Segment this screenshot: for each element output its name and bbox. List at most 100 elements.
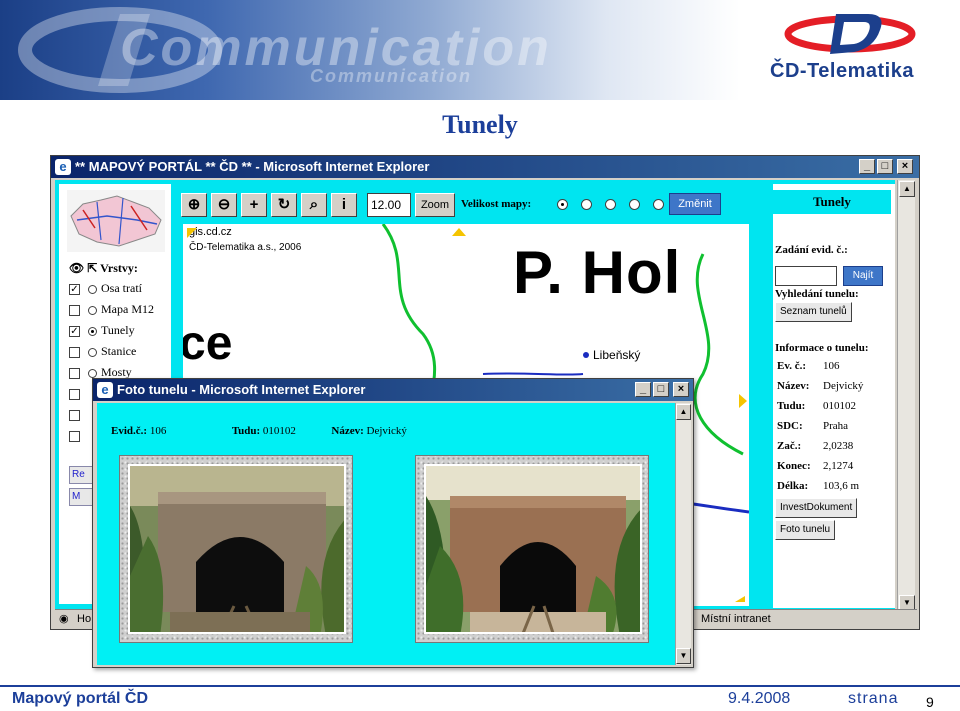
invest-document-button[interactable]: InvestDokument [775, 498, 858, 518]
map-size-radio[interactable] [629, 199, 640, 210]
slide-title: Tunely [442, 110, 518, 139]
tunnel-list-button[interactable]: Seznam tunelů [775, 302, 852, 322]
slide: Communication Communication ČD-Telematik… [0, 0, 960, 711]
pointer-icon: ⇱ [87, 261, 98, 275]
tunnel-info-panel: Tunely Zadání evid. č.: Najít Vyhledání … [773, 184, 895, 608]
layer-label: Osa tratí [101, 281, 142, 295]
company-logo: ČD-Telematika [770, 8, 930, 88]
name-key: Název: [331, 425, 364, 437]
layer-tunely[interactable]: ✓ Tunely [69, 322, 135, 340]
evid-input[interactable] [775, 266, 837, 286]
layer-checkbox[interactable] [69, 409, 80, 421]
scroll-down-icon[interactable]: ▼ [676, 648, 691, 664]
tunnel-photo-button[interactable]: Foto tunelu [775, 520, 836, 540]
field-key: Délka: [777, 480, 809, 492]
zoom-button[interactable]: Zoom [415, 193, 455, 217]
find-button[interactable]: Najít [843, 266, 883, 286]
panel-title: Tunely [773, 190, 891, 214]
scroll-up-icon[interactable]: ▲ [676, 404, 691, 420]
scroll-up-icon[interactable]: ▲ [899, 181, 915, 197]
header-banner: Communication Communication ČD-Telematik… [0, 0, 960, 100]
layer-mapa-m12[interactable]: Mapa M12 [69, 301, 154, 319]
layer-hidden-1[interactable] [69, 385, 88, 403]
tunnel-summary: Evid.č.: 106 Tudu: 010102 Název: Dejvick… [111, 425, 407, 437]
pan-icon[interactable]: + [241, 193, 267, 217]
layers-heading: 👁 ⇱ Vrstvy: [69, 261, 138, 276]
field-value: 103,6 m [823, 480, 860, 492]
field-value: 2,0238 [823, 440, 854, 452]
tunnel-photo-2[interactable] [424, 464, 642, 634]
field-key: Konec: [777, 460, 811, 472]
maximize-button[interactable]: □ [877, 159, 893, 174]
photo-window-titlebar[interactable]: e Foto tunelu - Microsoft Internet Explo… [93, 379, 693, 401]
field-value: 2,1274 [823, 460, 854, 472]
ie-status-icon: ◉ [59, 613, 69, 625]
layer-label: Stanice [101, 344, 137, 358]
zoom-input[interactable]: 12.00 [367, 193, 411, 217]
photo-frame [415, 455, 649, 643]
minimize-button[interactable]: _ [859, 159, 875, 174]
layer-checkbox[interactable] [69, 304, 80, 316]
footer-title: Mapový portál ČD [12, 690, 149, 707]
map-size-radio[interactable] [581, 199, 592, 210]
layer-label: Mapa M12 [101, 302, 154, 316]
close-button[interactable]: × [897, 159, 913, 174]
photo-scrollbar[interactable]: ▲ ▼ [675, 403, 691, 665]
layer-label: Mosty [101, 365, 132, 379]
zoom-out-icon[interactable]: ⊖ [211, 193, 237, 217]
field-key: Ev. č.: [777, 360, 807, 372]
photo-window: e Foto tunelu - Microsoft Internet Explo… [92, 378, 694, 668]
layer-checkbox[interactable]: ✓ [69, 325, 80, 337]
layer-checkbox[interactable] [69, 388, 80, 400]
layer-radio[interactable] [88, 284, 97, 294]
map-size-radio[interactable] [653, 199, 664, 210]
main-window-title: ** MAPOVÝ PORTÁL ** ČD ** - Microsoft In… [75, 159, 430, 174]
tunnel-portal-image [130, 466, 344, 632]
map-partial-label: ce [183, 317, 233, 370]
map-size-label: Velikost mapy: [461, 198, 532, 210]
main-window-titlebar[interactable]: e ** MAPOVÝ PORTÁL ** ČD ** - Microsoft … [51, 156, 919, 178]
layer-checkbox[interactable] [69, 367, 80, 379]
layer-radio[interactable] [88, 326, 97, 336]
field-value: 010102 [823, 400, 856, 412]
layer-checkbox[interactable] [69, 346, 80, 358]
cd-logo-icon [784, 14, 916, 54]
layer-hidden-3[interactable] [69, 427, 88, 445]
status-text: Ho [77, 613, 92, 625]
layer-checkbox[interactable] [69, 430, 80, 442]
ie-icon: e [55, 159, 71, 175]
maximize-button[interactable]: □ [653, 382, 669, 397]
info-icon[interactable]: i [331, 193, 357, 217]
change-size-button[interactable]: Změnit [669, 193, 721, 215]
map-size-radio[interactable] [557, 199, 568, 210]
layer-radio[interactable] [88, 305, 97, 315]
layer-stanice[interactable]: Stanice [69, 343, 136, 361]
main-scrollbar[interactable]: ▲ ▼ [897, 180, 915, 612]
close-button[interactable]: × [673, 382, 689, 397]
map-copyright: ČD-Telematika a.s., 2006 [189, 242, 302, 253]
layers-heading-label: Vrstvy: [100, 261, 138, 275]
overview-map[interactable] [67, 190, 165, 252]
map-host: gis.cd.cz [189, 226, 232, 238]
refresh-map-icon[interactable]: ↻ [271, 193, 297, 217]
banner-subword: Communication [310, 66, 473, 86]
tunnel-photo-1[interactable] [128, 464, 346, 634]
map-size-radio[interactable] [605, 199, 616, 210]
layer-hidden-2[interactable] [69, 406, 88, 424]
zoom-in-icon[interactable]: ⊕ [181, 193, 207, 217]
map-toolbar: ⊕ ⊖ + ↻ ⌕ i 12.00 Zoom Velikost mapy: Zm… [181, 193, 751, 221]
layer-osa-trati[interactable]: ✓ Osa tratí [69, 280, 142, 298]
layer-radio[interactable] [88, 368, 97, 378]
info-label: Informace o tunelu: [775, 342, 869, 354]
layer-radio[interactable] [88, 347, 97, 357]
field-key: SDC: [777, 420, 803, 432]
banner-graphic: Communication Communication [0, 0, 740, 100]
tudu-value: 010102 [262, 425, 296, 437]
layer-checkbox[interactable]: ✓ [69, 283, 80, 295]
name-value: Dejvický [366, 425, 407, 437]
ie-icon: e [97, 382, 113, 398]
magnifier-icon[interactable]: ⌕ [301, 193, 327, 217]
field-value: 106 [823, 360, 840, 372]
field-key: Tudu: [777, 400, 806, 412]
minimize-button[interactable]: _ [635, 382, 651, 397]
